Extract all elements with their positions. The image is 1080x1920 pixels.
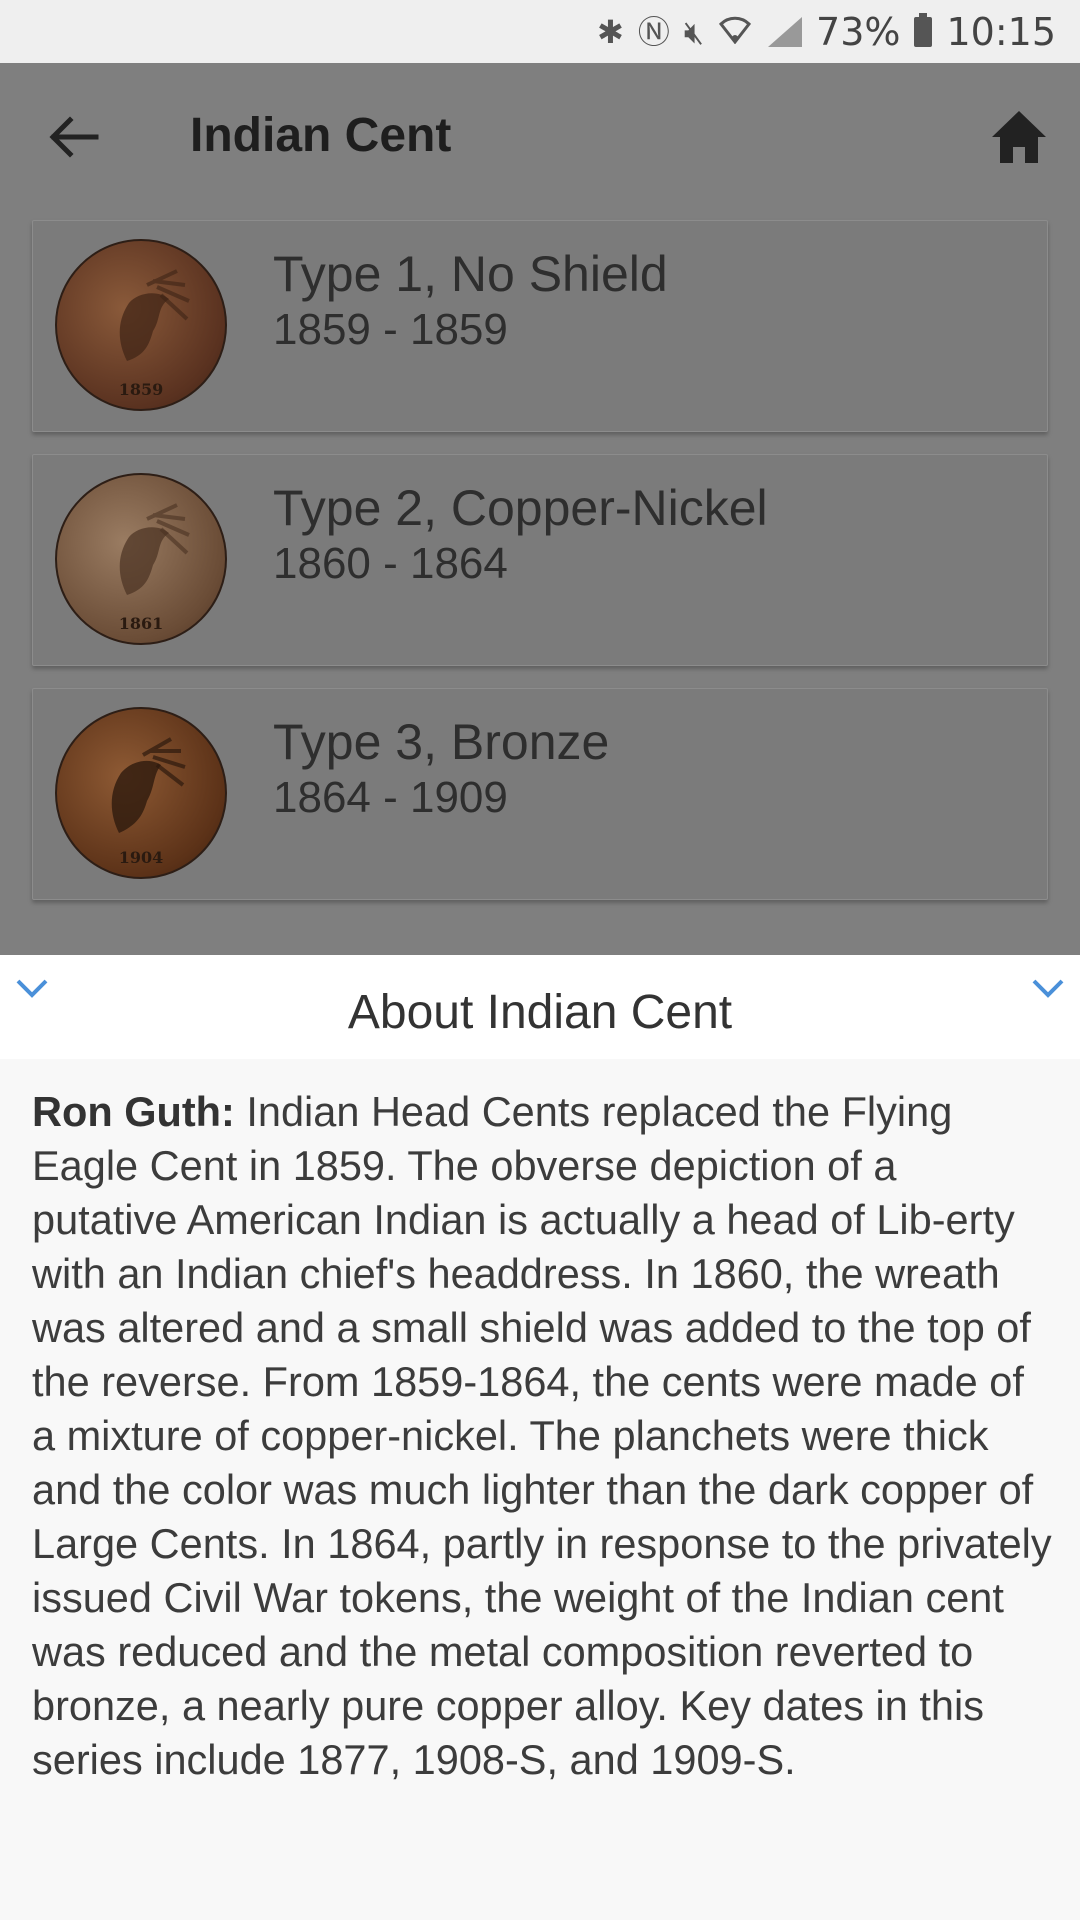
wifi-icon [718, 14, 752, 49]
battery-percent: 73% [816, 9, 901, 54]
type-card-1[interactable]: 1859 Type 1, No Shield 1859 - 1859 [32, 220, 1048, 432]
about-title: About Indian Cent [347, 986, 733, 1039]
type-card-3[interactable]: 1904 Type 3, Bronze 1864 - 1909 [32, 688, 1048, 900]
about-description: Indian Head Cents replaced the Flying Ea… [32, 1088, 1052, 1783]
bluetooth-icon: ✱ [597, 12, 624, 51]
type-list: 1859 Type 1, No Shield 1859 - 1859 1861 … [32, 220, 1048, 922]
toolbar: Indian Cent [0, 63, 1080, 213]
type-card-2[interactable]: 1861 Type 2, Copper-Nickel 1860 - 1864 [32, 454, 1048, 666]
about-sheet-header[interactable]: About Indian Cent [0, 955, 1080, 1059]
signal-icon [766, 16, 803, 47]
type-years: 1864 - 1909 [273, 773, 508, 822]
coin-image: 1861 [55, 473, 227, 645]
about-text: Ron Guth: Indian Head Cents replaced the… [32, 1085, 1052, 1787]
app-content: Indian Cent 1859 Type 1, No Shield 1859 … [0, 63, 1080, 955]
nfc-icon: Ⓝ [637, 12, 670, 51]
status-bar: ✱ Ⓝ 🔇︎ 73% 10:15 [0, 0, 1080, 63]
home-button[interactable] [986, 105, 1052, 171]
type-title: Type 3, Bronze [273, 714, 610, 770]
coin-image: 1859 [55, 239, 227, 411]
type-years: 1860 - 1864 [273, 539, 508, 588]
home-icon [992, 111, 1046, 163]
battery-icon [914, 12, 933, 47]
type-title: Type 2, Copper-Nickel [273, 480, 768, 536]
about-author: Ron Guth: [32, 1088, 235, 1135]
coin-year: 1861 [118, 614, 164, 633]
coin-year: 1904 [118, 848, 164, 867]
coin-year: 1859 [118, 380, 164, 399]
arrow-left-icon [49, 116, 99, 158]
type-years: 1859 - 1859 [273, 305, 508, 354]
clock: 10:15 [946, 9, 1056, 54]
type-title: Type 1, No Shield [273, 246, 668, 302]
mute-icon: 🔇︎ [683, 12, 705, 51]
about-sheet-body[interactable]: Ron Guth: Indian Head Cents replaced the… [0, 1059, 1080, 1920]
coin-image: 1904 [55, 707, 227, 879]
page-title: Indian Cent [190, 109, 452, 162]
chevron-down-icon[interactable] [1028, 973, 1068, 1003]
back-button[interactable] [40, 103, 108, 171]
